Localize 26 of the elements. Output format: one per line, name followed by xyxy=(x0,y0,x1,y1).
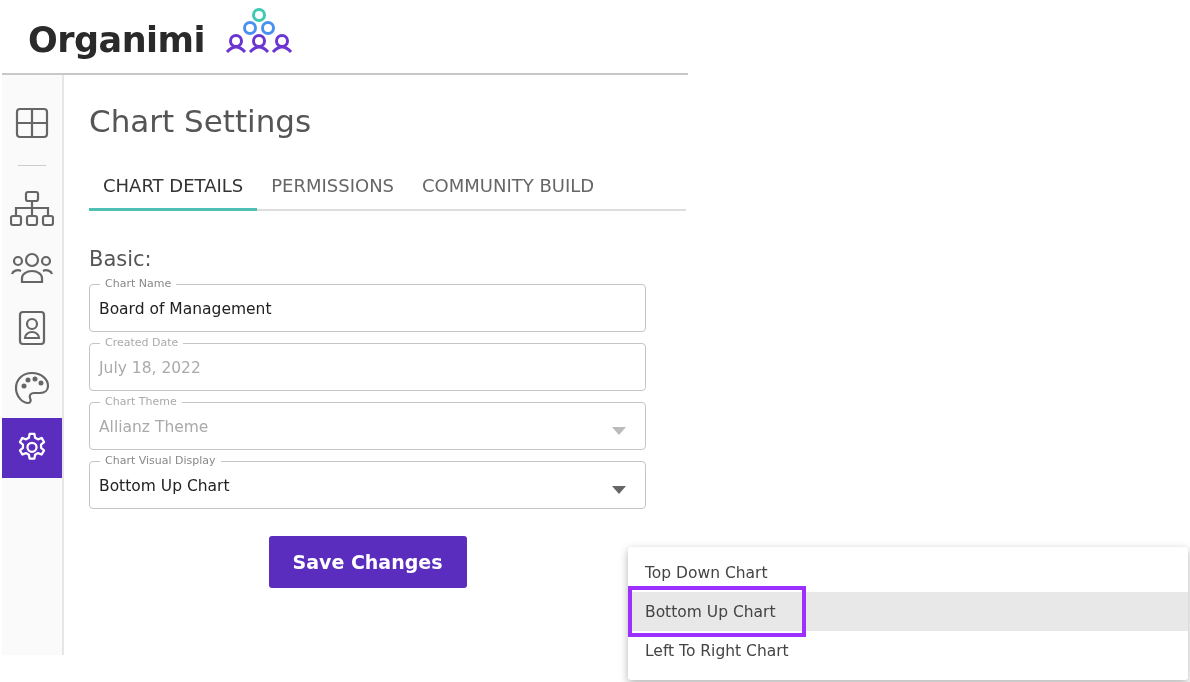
logo-text: Organimi xyxy=(28,19,206,60)
caret-icon xyxy=(612,427,626,435)
tab[interactable]: CHART DETAILS xyxy=(89,163,258,211)
org-chart-icon xyxy=(10,190,54,226)
contact-card-icon xyxy=(18,310,46,346)
field-label: Chart Name xyxy=(104,277,173,291)
caret-icon xyxy=(612,486,626,494)
grid-icon xyxy=(15,107,49,139)
field-label: Chart Theme xyxy=(104,395,178,409)
field-value: Board of Management xyxy=(99,300,272,318)
palette-icon xyxy=(14,371,50,405)
section-heading: Basic: xyxy=(89,247,153,271)
menu-item[interactable]: Top Down Chart xyxy=(628,553,1188,592)
menu-item[interactable]: Left To Right Chart xyxy=(628,631,1188,670)
sidebar-item[interactable] xyxy=(2,418,62,478)
field-label: Chart Visual Display xyxy=(104,454,217,468)
input-field[interactable]: Chart Name Board of Management xyxy=(89,277,646,332)
field-value: Allianz Theme xyxy=(99,418,209,436)
people-icon xyxy=(10,252,54,284)
tab[interactable]: COMMUNITY BUILD xyxy=(408,163,609,211)
select-field[interactable]: Chart Visual Display Bottom Up Chart xyxy=(89,454,646,509)
page-title: Chart Settings xyxy=(89,103,313,139)
field-value: Bottom Up Chart xyxy=(99,477,230,495)
save-button[interactable]: Save Changes xyxy=(268,536,467,588)
tab[interactable]: PERMISSIONS xyxy=(257,163,409,211)
field-label: Created Date xyxy=(104,336,180,350)
